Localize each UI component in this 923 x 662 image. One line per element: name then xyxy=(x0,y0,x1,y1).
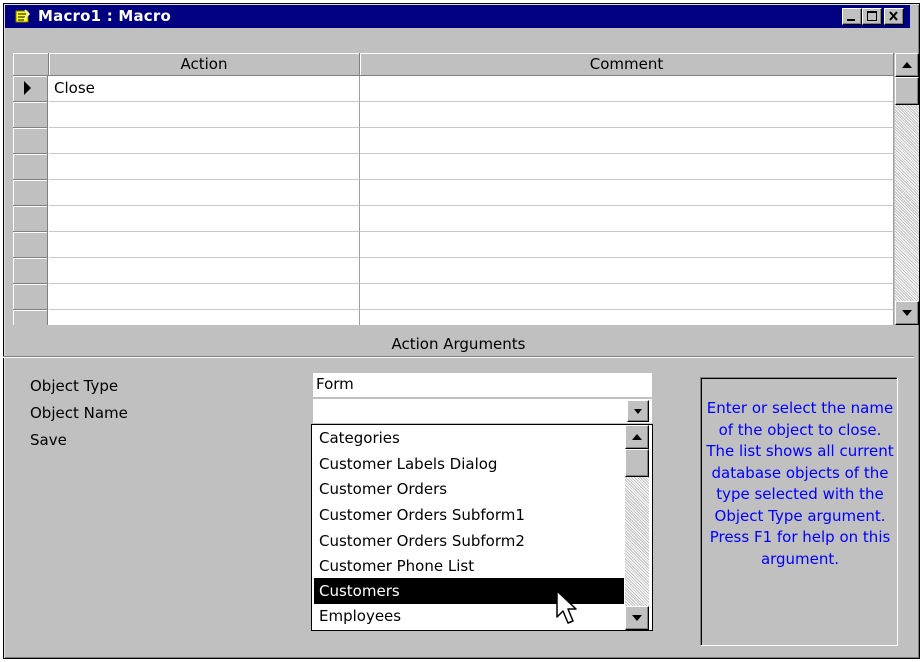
action-cell[interactable] xyxy=(49,128,360,154)
row-selector[interactable] xyxy=(13,76,48,102)
row-selector[interactable] xyxy=(13,258,48,284)
comment-cell[interactable] xyxy=(360,258,894,284)
comment-cell[interactable] xyxy=(360,180,894,206)
action-arguments-title: Action Arguments xyxy=(391,335,526,353)
arrow-down-icon xyxy=(902,310,912,316)
action-cell[interactable]: Close xyxy=(49,76,360,102)
dropdown-option[interactable]: Customer Labels Dialog xyxy=(314,451,624,477)
dropdown-option[interactable]: Categories xyxy=(314,425,624,451)
list-scroll-up-button[interactable] xyxy=(625,425,649,449)
chevron-down-icon xyxy=(634,409,642,414)
column-header-comment[interactable]: Comment xyxy=(360,53,894,76)
action-cell[interactable] xyxy=(49,258,360,284)
row-selector[interactable] xyxy=(13,180,48,206)
object-type-field[interactable]: Form xyxy=(313,373,652,397)
column-header-action[interactable]: Action xyxy=(49,53,360,76)
minimize-button[interactable] xyxy=(842,8,862,25)
row-selector[interactable] xyxy=(13,232,48,258)
action-cell[interactable] xyxy=(49,206,360,232)
list-scroll-thumb[interactable] xyxy=(625,449,649,477)
comment-cell[interactable] xyxy=(360,284,894,310)
help-panel: Enter or select the name of the object t… xyxy=(700,377,898,646)
scroll-thumb[interactable] xyxy=(895,77,919,105)
action-cell[interactable] xyxy=(49,180,360,206)
action-cell[interactable] xyxy=(49,102,360,128)
help-text: Enter or select the name of the object t… xyxy=(706,399,894,568)
object-name-label: Object Name xyxy=(30,404,128,422)
corner-header[interactable] xyxy=(13,53,49,76)
action-cell[interactable] xyxy=(49,154,360,180)
comment-cell[interactable] xyxy=(360,154,894,180)
close-icon xyxy=(889,11,898,21)
dropdown-option[interactable]: Customer Orders xyxy=(314,476,624,502)
object-type-label: Object Type xyxy=(30,377,119,395)
list-scrollbar[interactable] xyxy=(625,425,649,630)
object-name-dropdown-button[interactable] xyxy=(627,400,649,422)
comment-cell[interactable] xyxy=(360,206,894,232)
dropdown-option[interactable]: Customer Phone List xyxy=(314,553,624,579)
comment-cell[interactable] xyxy=(360,232,894,258)
object-name-dropdown-list[interactable]: Categories Customer Labels Dialog Custom… xyxy=(311,424,653,631)
save-label: Save xyxy=(30,431,67,449)
dropdown-option[interactable]: Customer Orders Subform2 xyxy=(314,528,624,554)
scroll-down-button[interactable] xyxy=(895,301,919,325)
action-cell[interactable] xyxy=(49,310,360,325)
row-selector[interactable] xyxy=(13,206,48,232)
dropdown-option[interactable]: Customer Orders Subform1 xyxy=(314,502,624,528)
divider xyxy=(3,356,914,358)
scroll-up-button[interactable] xyxy=(895,53,919,77)
row-selector-arrow-icon xyxy=(24,81,31,95)
close-button[interactable] xyxy=(884,8,904,25)
maximize-icon xyxy=(867,11,877,21)
title-bar[interactable]: Macro1 : Macro xyxy=(5,5,910,28)
arrow-up-icon xyxy=(902,62,912,68)
macro-icon xyxy=(15,9,30,23)
comment-cell[interactable] xyxy=(360,128,894,154)
comment-cell[interactable] xyxy=(360,102,894,128)
row-selector[interactable] xyxy=(13,154,48,180)
list-scroll-down-button[interactable] xyxy=(625,606,649,630)
macro-grid: Action Comment Close xyxy=(13,53,894,325)
comment-cell[interactable] xyxy=(360,310,894,325)
row-selector[interactable] xyxy=(13,310,48,325)
arrow-up-icon xyxy=(632,434,642,440)
row-selector[interactable] xyxy=(13,284,48,310)
mouse-pointer-icon xyxy=(556,590,577,624)
grid-scrollbar[interactable] xyxy=(895,53,919,325)
object-name-combo[interactable] xyxy=(313,399,652,423)
action-cell[interactable] xyxy=(49,232,360,258)
row-selector[interactable] xyxy=(13,102,48,128)
action-cell[interactable] xyxy=(49,284,360,310)
maximize-button[interactable] xyxy=(862,8,882,25)
minimize-icon xyxy=(847,19,855,21)
arrow-down-icon xyxy=(632,615,642,621)
comment-cell[interactable] xyxy=(360,76,894,102)
row-selector[interactable] xyxy=(13,128,48,154)
window-title: Macro1 : Macro xyxy=(38,7,171,25)
